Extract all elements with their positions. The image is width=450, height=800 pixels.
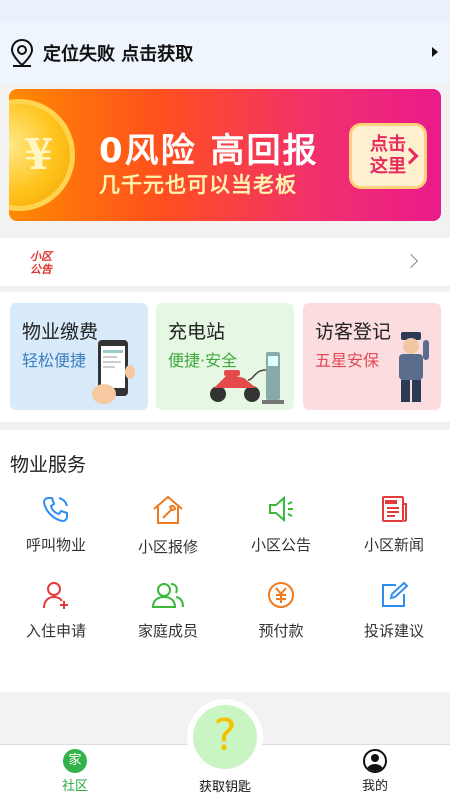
service-complaint[interactable]: 投诉建议 — [338, 580, 450, 660]
get-key-label[interactable]: 获取钥匙 — [165, 776, 285, 795]
service-label: 呼叫物业 — [25, 536, 86, 554]
scooter-charging-illustration-icon — [210, 352, 284, 404]
service-prepayment[interactable]: 预付款 — [225, 580, 337, 660]
services-heading: 物业服务 — [10, 454, 87, 476]
card-title: 物业缴费 — [22, 321, 99, 343]
phone-icon — [42, 497, 68, 523]
services-panel: 物业服务 呼叫物业 小区报修 小区公告 小区新闻 入住申请 家庭成员 预付款 投… — [0, 430, 450, 692]
banner-cta-button[interactable]: 点击这里 — [349, 123, 427, 189]
repair-icon — [153, 495, 183, 524]
card-subtitle: 五星安保 — [315, 351, 380, 370]
service-label: 投诉建议 — [363, 622, 424, 640]
location-text: 定位失败 点击获取 — [43, 44, 194, 65]
service-move-in[interactable]: 入住申请 — [0, 580, 112, 660]
notice-badge: 小区公告 — [30, 250, 52, 276]
card-title: 访客登记 — [315, 321, 392, 343]
family-icon — [151, 583, 184, 608]
card-visitor-registration[interactable]: 访客登记 五星安保 — [303, 303, 441, 410]
security-guard-illustration-icon — [399, 332, 429, 402]
location-pin-icon — [10, 38, 34, 67]
edit-icon — [382, 581, 409, 607]
service-label: 预付款 — [258, 622, 304, 640]
user-icon — [363, 749, 387, 773]
service-notice[interactable]: 小区公告 — [225, 494, 337, 574]
add-user-icon — [43, 582, 68, 609]
service-family[interactable]: 家庭成员 — [112, 580, 224, 660]
service-label: 小区新闻 — [363, 536, 424, 554]
location-bar[interactable]: 定位失败 点击获取 — [0, 22, 450, 84]
yuan-icon — [268, 582, 294, 608]
get-key-button[interactable]: ? — [187, 699, 263, 775]
service-label: 小区公告 — [250, 536, 311, 554]
service-label: 小区报修 — [137, 538, 198, 556]
card-subtitle: 轻松便捷 — [22, 351, 87, 370]
card-title: 充电站 — [168, 321, 226, 343]
service-label: 家庭成员 — [137, 622, 198, 640]
notice-bar[interactable]: 小区公告 — [0, 238, 450, 286]
feature-cards: 物业缴费 轻松便捷 充电站 便捷·安全 访客登记 五星安保 — [0, 292, 450, 422]
service-news[interactable]: 小区新闻 — [338, 494, 450, 574]
card-charging-station[interactable]: 充电站 便捷·安全 — [156, 303, 294, 410]
promo-banner[interactable]: ¥ 0风险 高回报 几千元也可以当老板 点击这里 — [9, 89, 441, 221]
banner-headline: 0风险 高回报 — [99, 131, 319, 171]
news-icon — [382, 496, 407, 522]
chevron-right-icon — [403, 253, 419, 269]
status-bar — [0, 0, 450, 22]
banner-subline: 几千元也可以当老板 — [99, 173, 297, 197]
home-icon: 家 — [63, 749, 87, 773]
coin-icon: ¥ — [9, 99, 75, 211]
question-mark-icon: ? — [193, 705, 257, 769]
service-repair[interactable]: 小区报修 — [112, 494, 224, 574]
speaker-icon — [269, 495, 293, 523]
tab-me[interactable]: 我的 — [335, 747, 415, 794]
service-label: 入住申请 — [25, 622, 86, 640]
tab-label: 我的 — [361, 779, 388, 794]
phone-payment-illustration-icon — [92, 340, 135, 404]
card-property-payment[interactable]: 物业缴费 轻松便捷 — [10, 303, 148, 410]
tab-community[interactable]: 家 社区 — [35, 747, 115, 794]
tab-label: 社区 — [61, 779, 88, 794]
arrow-right-icon — [432, 47, 438, 57]
service-call-property[interactable]: 呼叫物业 — [0, 494, 112, 574]
